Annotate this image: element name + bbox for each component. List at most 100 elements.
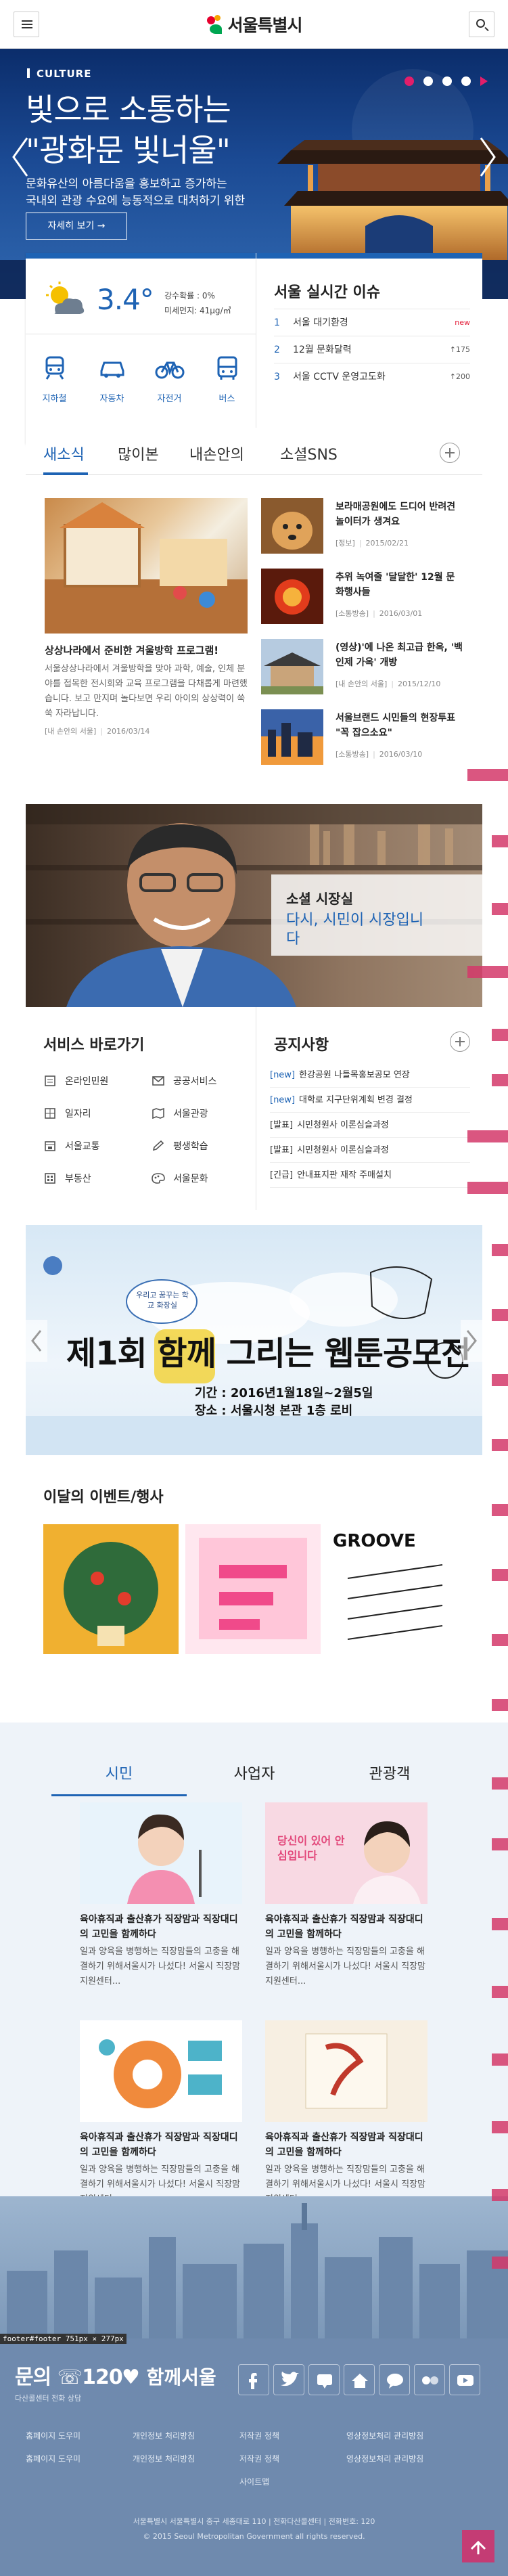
service-lifelong-learning[interactable]: 평생학습 xyxy=(152,1133,253,1160)
tab-in-my-hand[interactable]: 내손안의 xyxy=(189,443,244,464)
slide-next-icon[interactable] xyxy=(477,135,499,179)
slide-dot[interactable] xyxy=(405,76,414,86)
news-meta: [소통방송] | 2016/03/01 xyxy=(336,609,423,618)
news-date: 2015/02/21 xyxy=(365,539,409,548)
slide-prev-icon[interactable] xyxy=(9,135,31,179)
audience-card[interactable]: 육아휴직과 출산휴가 직장맘과 직장대디의 고민을 함께하다 일과 양육을 병행… xyxy=(80,2020,242,2207)
traffic-label: 자동차 xyxy=(99,394,124,404)
chevron-left-icon xyxy=(31,1330,42,1352)
footer-link[interactable]: 홈페이지 도우미 xyxy=(26,2426,133,2445)
service-transport[interactable]: 서울교통 xyxy=(43,1133,145,1160)
social-mayor-banner[interactable]: 소셜 시장실 다시, 시민이 시장입니 다 xyxy=(26,804,482,1007)
side-news-item[interactable]: 보라매공원에도 드디어 반려견 놀이터가 생겨요 [정보] | 2015/02/21 xyxy=(261,498,464,556)
main-news-item[interactable]: 상상나라에서 준비한 겨울방학 프로그램! 서울상상나라에서 겨울방학을 맞아 … xyxy=(45,498,248,736)
hero-more-button[interactable]: 자세히 보기 → xyxy=(26,213,127,240)
traffic-item-car[interactable]: 자동차 xyxy=(83,356,141,404)
footer-link[interactable]: 홈페이지 도우미 xyxy=(26,2449,133,2468)
issue-item[interactable]: 3 서울 CCTV 운영고도화 ↑200 xyxy=(274,363,470,390)
service-culture[interactable]: 서울문화 xyxy=(152,1165,253,1193)
footer-copyright: © 2015 Seoul Metropolitan Government all… xyxy=(143,2532,365,2541)
footer-link[interactable]: 영상정보처리 관리방침 xyxy=(346,2426,453,2445)
banner-next-button[interactable] xyxy=(461,1320,482,1362)
decor-marker xyxy=(492,1634,508,1646)
facebook-icon[interactable] xyxy=(238,2364,269,2395)
building-icon xyxy=(45,1173,55,1184)
map-icon xyxy=(152,1108,164,1119)
service-real-estate[interactable]: 부동산 xyxy=(43,1165,145,1193)
tab-tourist[interactable]: 관광객 xyxy=(336,1762,444,1783)
event-poster[interactable] xyxy=(185,1524,321,1654)
tab-popular[interactable]: 많이본 xyxy=(118,443,159,464)
site-header: 서울특별시 xyxy=(0,0,508,49)
notice-item[interactable]: [new] 한강공원 나들목홍보공모 연장 xyxy=(270,1063,470,1088)
twitter-icon[interactable] xyxy=(273,2364,304,2395)
service-tourism[interactable]: 서울관광 xyxy=(152,1101,253,1128)
traffic-menu: 지하철 자동차 자전거 버스 xyxy=(26,337,256,443)
search-button[interactable] xyxy=(469,12,494,37)
service-label: 서울관광 xyxy=(173,1109,208,1119)
traffic-item-bus[interactable]: 버스 xyxy=(198,356,256,404)
footer-link[interactable]: 사이트맵 xyxy=(239,2472,346,2491)
site-footer: 문의 ☏120 다산콜센터 전화 상담 ♥ 함께서울 홈페이지 도우미 개인정보 … xyxy=(0,2338,508,2576)
notice-item[interactable]: [발표] 시민청원사 이론심슬과정 xyxy=(270,1113,470,1138)
footer-link[interactable]: 영상정보처리 관리방침 xyxy=(346,2449,453,2468)
notice-item[interactable]: [발표] 시민청원사 이론심슬과정 xyxy=(270,1138,470,1163)
realtime-issues-panel: 서울 실시간 이슈 1 서울 대기환경 new 2 12월 문화달력 ↑175 3 서울 … xyxy=(256,253,482,444)
notice-item[interactable]: [긴급] 안내표지판 재작 주매설치 xyxy=(270,1163,470,1188)
news-title: 상상나라에서 준비한 겨울방학 프로그램! xyxy=(45,644,219,657)
slide-dot[interactable] xyxy=(423,76,433,86)
side-news-item[interactable]: 추위 녹여줄 '달달한' 12월 문화행사들 [소통방송] | 2016/03/01 xyxy=(261,569,464,627)
audience-card[interactable]: 육아휴직과 출산휴가 직장맘과 직장대디의 고민을 함께하다 일과 양육을 병행… xyxy=(265,2020,428,2207)
site-logo[interactable]: 서울특별시 xyxy=(0,12,508,37)
footer-link[interactable]: 저작권 정책 xyxy=(239,2449,346,2468)
issue-item[interactable]: 2 12월 문화달력 ↑175 xyxy=(274,336,470,363)
tab-social-sns[interactable]: 소셜SNS xyxy=(280,443,338,464)
car-icon xyxy=(100,361,124,378)
more-icon[interactable] xyxy=(450,1031,470,1052)
decor-marker xyxy=(492,1986,508,1998)
banner-prev-button[interactable] xyxy=(26,1320,47,1362)
service-jobs[interactable]: 일자리 xyxy=(43,1101,145,1128)
banner-badge-text: 우리고 꿈꾸는 학교 화장실 xyxy=(136,1291,189,1310)
decor-marker xyxy=(492,835,508,847)
audience-card[interactable]: 당신이 있어 안심입니다 육아휴직과 출산휴가 직장맘과 직장대디의 고민을 함… xyxy=(265,1802,428,1989)
slide-dot[interactable] xyxy=(442,76,452,86)
event-poster[interactable]: GROOVE xyxy=(327,1524,463,1654)
precipitation-label: 강수확률 : 0% xyxy=(164,291,215,301)
infographic-image xyxy=(80,2020,242,2122)
decor-marker xyxy=(467,769,508,781)
traffic-item-bicycle[interactable]: 자전거 xyxy=(141,356,198,404)
more-icon[interactable] xyxy=(440,443,460,463)
flickr-icon[interactable] xyxy=(414,2364,445,2395)
tab-new[interactable]: 새소식 xyxy=(43,443,85,464)
play-icon[interactable] xyxy=(480,76,488,86)
footer-link[interactable]: 저작권 정책 xyxy=(239,2426,346,2445)
service-online-civil[interactable]: 온라인민원 xyxy=(43,1068,145,1095)
footer-link[interactable]: 개인정보 처리방침 xyxy=(133,2449,239,2468)
kakaostory-icon[interactable] xyxy=(379,2364,410,2395)
decor-marker xyxy=(492,1838,508,1850)
blog-icon[interactable] xyxy=(308,2364,340,2395)
home-icon[interactable] xyxy=(344,2364,375,2395)
traffic-item-subway[interactable]: 지하철 xyxy=(26,356,83,404)
call-center[interactable]: 문의 ☏120 다산콜센터 전화 상담 xyxy=(15,2360,123,2403)
service-public[interactable]: 공공서비스 xyxy=(152,1068,253,1095)
audience-card[interactable]: 육아휴직과 출산휴가 직장맘과 직장대디의 고민을 함께하다 일과 양육을 병행… xyxy=(80,1802,242,1989)
news-meta: [내 손안의 서울] | 2015/12/10 xyxy=(336,680,441,688)
tab-citizen[interactable]: 시민 xyxy=(65,1762,173,1783)
notice-item[interactable]: [new] 대학로 지구단위계획 변경 결정 xyxy=(270,1088,470,1113)
side-news-item[interactable]: 서울브랜드 시민들의 현장투표 "꼭 잡으소요" [소통방송] | 2016/03/… xyxy=(261,709,464,768)
chevron-right-icon xyxy=(466,1330,477,1352)
event-poster[interactable] xyxy=(43,1524,179,1654)
side-news-item[interactable]: (영상)'에 나온 최고급 한옥, '백인제 가옥' 개방 [내 손안의 서울]… xyxy=(261,639,464,697)
hero-category: CULTURE xyxy=(27,68,91,80)
issue-item[interactable]: 1 서울 대기환경 new xyxy=(274,309,470,336)
youtube-icon[interactable] xyxy=(449,2364,480,2395)
footer-links: 홈페이지 도우미 개인정보 처리방침 저작권 정책 영상정보처리 관리방침 홈페이지 … xyxy=(26,2426,492,2495)
slogan-line: 다 xyxy=(286,931,300,948)
slide-dot[interactable] xyxy=(461,76,471,86)
footer-link[interactable]: 개인정보 처리방침 xyxy=(133,2426,239,2445)
scroll-top-button[interactable] xyxy=(462,2530,494,2562)
webtoon-contest-banner[interactable]: 우리고 꿈꾸는 학교 화장실 제1회 함께 그리는 웹툰공모전 기간 : 201… xyxy=(26,1225,482,1455)
tab-business[interactable]: 사업자 xyxy=(200,1762,308,1783)
